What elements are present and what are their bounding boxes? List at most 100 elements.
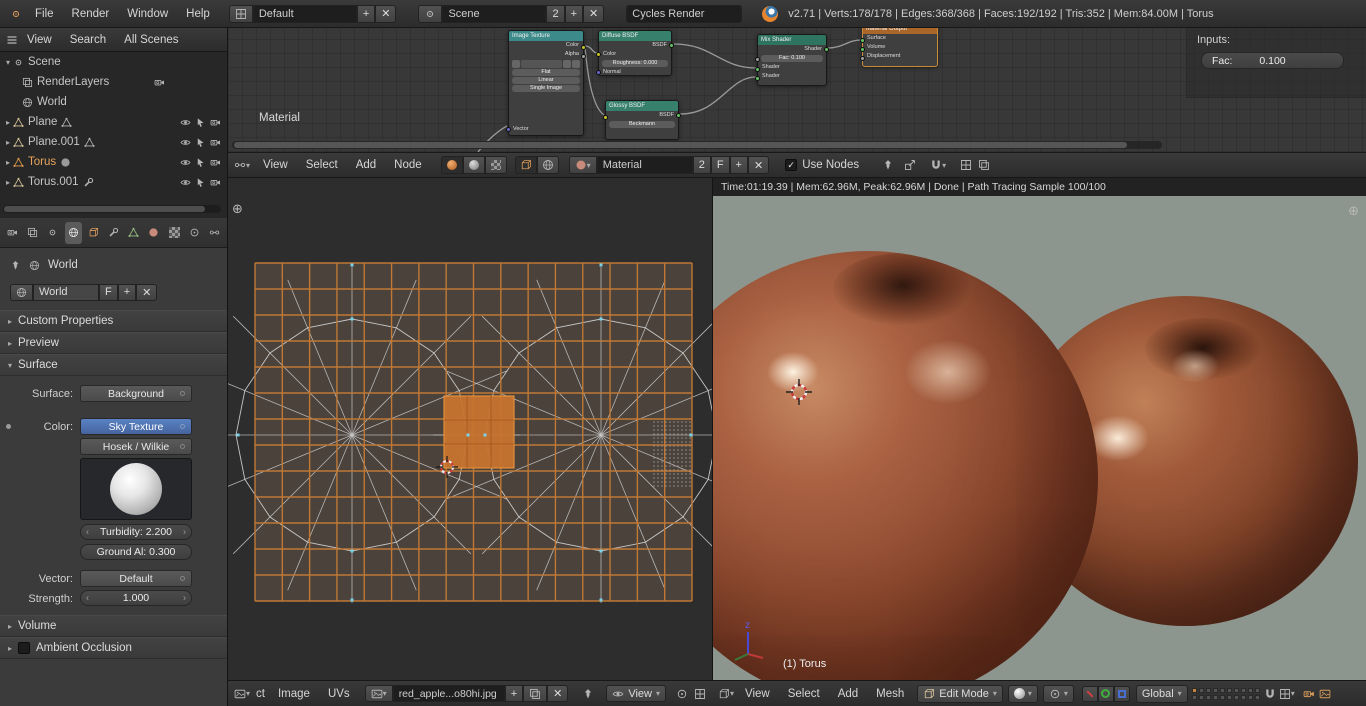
socket-shader2-in[interactable] xyxy=(755,76,760,81)
outliner-row-plane[interactable]: ▸ Plane xyxy=(0,112,227,132)
socket-shader-out[interactable] xyxy=(824,47,829,52)
socket-surface-in[interactable] xyxy=(860,38,865,43)
outliner-menu-search[interactable]: Search xyxy=(61,34,115,46)
material-unlink-button[interactable]: ✕ xyxy=(747,156,770,174)
editor-type-dropdown-icon[interactable]: ▾ xyxy=(246,689,250,698)
copy-node-group-icon[interactable] xyxy=(960,159,972,171)
snap-mode-dropdown-icon[interactable]: ▾ xyxy=(942,161,946,170)
outliner-row-renderlayers[interactable]: RenderLayers xyxy=(0,72,227,92)
node-material-output[interactable]: Material Output Surface Volume Displacem… xyxy=(860,28,938,67)
node-hscrollbar[interactable] xyxy=(232,141,1162,149)
outliner-display-mode[interactable]: All Scenes xyxy=(115,34,187,46)
scene-name[interactable]: Scene xyxy=(442,4,547,23)
socket-volume-in[interactable] xyxy=(860,47,865,52)
scene-browse-button[interactable] xyxy=(418,4,443,23)
add-menu[interactable]: Add xyxy=(829,688,867,700)
selectability-icon[interactable] xyxy=(195,117,206,128)
socket-displacement-in[interactable] xyxy=(860,56,865,61)
use-nodes-checkbox[interactable]: ✓ xyxy=(785,159,798,171)
select-menu[interactable]: Select xyxy=(779,688,829,700)
node-title[interactable]: Glossy BSDF xyxy=(606,101,678,111)
strength-field[interactable]: ‹ 1.000 › xyxy=(80,590,192,606)
editor-type-3dview-icon[interactable] xyxy=(718,688,730,700)
panel-ambient-occlusion[interactable]: ▸ Ambient Occlusion xyxy=(0,637,227,659)
node-menu-node[interactable]: Node xyxy=(385,159,431,171)
view-menu[interactable]: View xyxy=(736,688,779,700)
tab-particles[interactable] xyxy=(186,222,203,244)
socket-bsdf-out[interactable] xyxy=(669,43,674,48)
socket-color-in[interactable] xyxy=(603,115,608,120)
socket-color-in[interactable] xyxy=(596,52,601,57)
slider-right-arrow[interactable]: › xyxy=(183,527,186,537)
selectability-icon[interactable] xyxy=(195,177,206,188)
screen-layout-browse-button[interactable] xyxy=(228,4,253,23)
socket-alpha-out[interactable] xyxy=(581,54,586,59)
node-mix-shader[interactable]: Mix Shader Shader Fac: 0.100 Shader Shad… xyxy=(755,34,829,86)
node-glossy-bsdf[interactable]: Glossy BSDF BSDF Beckmann xyxy=(603,100,681,140)
visibility-eye-icon[interactable] xyxy=(180,157,191,168)
menu-render[interactable]: Render xyxy=(63,8,119,20)
snap-magnet-icon[interactable] xyxy=(930,159,942,171)
disclosure-icon[interactable]: ▾ xyxy=(6,58,10,67)
editor-mode-select[interactable]: View ▾ xyxy=(606,685,667,702)
material-name-field[interactable]: Material xyxy=(596,156,693,174)
slider-left-arrow[interactable]: ‹ xyxy=(86,527,89,537)
screen-layout-name[interactable]: Default xyxy=(252,4,357,23)
visibility-eye-icon[interactable] xyxy=(180,177,191,188)
fac-input-slider[interactable]: Fac: 0.100 xyxy=(1201,52,1344,69)
editor-type-dropdown-icon[interactable]: ▾ xyxy=(246,161,250,170)
node-menu-add[interactable]: Add xyxy=(347,159,385,171)
socket-normal-in[interactable] xyxy=(596,70,601,75)
tree-type-shader-button[interactable] xyxy=(440,156,463,174)
sky-preview[interactable] xyxy=(80,458,192,520)
region-expand-icon[interactable]: ⊕ xyxy=(1348,204,1359,217)
uvs-menu[interactable]: UVs xyxy=(319,688,359,700)
uv-canvas[interactable] xyxy=(228,178,712,680)
world-browse-button[interactable] xyxy=(10,283,33,301)
shader-type-world-button[interactable] xyxy=(536,156,559,174)
image-pack-button[interactable] xyxy=(523,685,548,702)
tab-texture[interactable] xyxy=(166,222,183,244)
renderability-icon[interactable] xyxy=(210,157,221,168)
outliner-row-scene[interactable]: ▾ Scene xyxy=(0,52,227,72)
image-datablock-row[interactable] xyxy=(512,60,580,68)
pin-icon[interactable] xyxy=(10,260,21,271)
image-browse-button[interactable]: ▾ xyxy=(364,685,393,702)
outliner-menu-view[interactable]: View xyxy=(18,34,61,46)
node-diffuse-bsdf[interactable]: Diffuse BSDF BSDF Color Roughness: 0.000… xyxy=(596,30,674,76)
node-title[interactable]: Mix Shader xyxy=(758,35,826,45)
disclosure-icon[interactable]: ▸ xyxy=(6,178,10,187)
panel-volume[interactable]: ▸ Volume xyxy=(0,615,227,637)
layers-widget[interactable] xyxy=(1191,687,1260,700)
node-title[interactable]: Diffuse BSDF xyxy=(599,31,671,41)
delete-screen-layout-button[interactable]: ✕ xyxy=(375,4,397,23)
panel-custom-properties[interactable]: ▸ Custom Properties xyxy=(0,310,227,332)
color-texture-select[interactable]: Sky Texture xyxy=(80,418,192,435)
material-fake-user-button[interactable]: F xyxy=(710,156,730,174)
orientation-select[interactable]: Global ▾ xyxy=(1135,684,1188,703)
tab-material[interactable] xyxy=(145,222,162,244)
render-opengl-icon[interactable] xyxy=(1303,688,1315,700)
node-image-texture[interactable]: Image Texture Color Alpha Flat Linear Si… xyxy=(506,30,586,136)
clipped-menu-text[interactable]: ct xyxy=(252,688,269,700)
source-select[interactable]: Single Image xyxy=(512,85,580,92)
visibility-eye-icon[interactable] xyxy=(180,137,191,148)
menu-window[interactable]: Window xyxy=(118,8,177,20)
material-browse-button[interactable]: ▾ xyxy=(568,156,597,174)
render-opengl-anim-icon[interactable] xyxy=(1319,688,1331,700)
manipulator-rotate-button[interactable] xyxy=(1097,685,1114,702)
material-users-badge[interactable]: 2 xyxy=(692,156,711,174)
projection-select[interactable]: Flat xyxy=(512,69,580,76)
socket-shader1-in[interactable] xyxy=(755,67,760,72)
fake-user-button[interactable]: F xyxy=(99,283,118,301)
manipulator-scale-button[interactable] xyxy=(1113,685,1130,702)
socket-vector-in[interactable] xyxy=(506,127,511,132)
editor-type-node-icon[interactable] xyxy=(234,159,246,171)
uv-snap-icon[interactable] xyxy=(694,688,706,700)
tab-physics[interactable] xyxy=(206,222,223,244)
tab-object-data[interactable] xyxy=(125,222,142,244)
turbidity-slider[interactable]: ‹ Turbidity: 2.200 › xyxy=(80,524,192,540)
editor-type-dropdown-icon[interactable]: ▾ xyxy=(730,689,734,698)
layout-grid-icon[interactable] xyxy=(978,159,990,171)
outliner-row-plane001[interactable]: ▸ Plane.001 xyxy=(0,132,227,152)
